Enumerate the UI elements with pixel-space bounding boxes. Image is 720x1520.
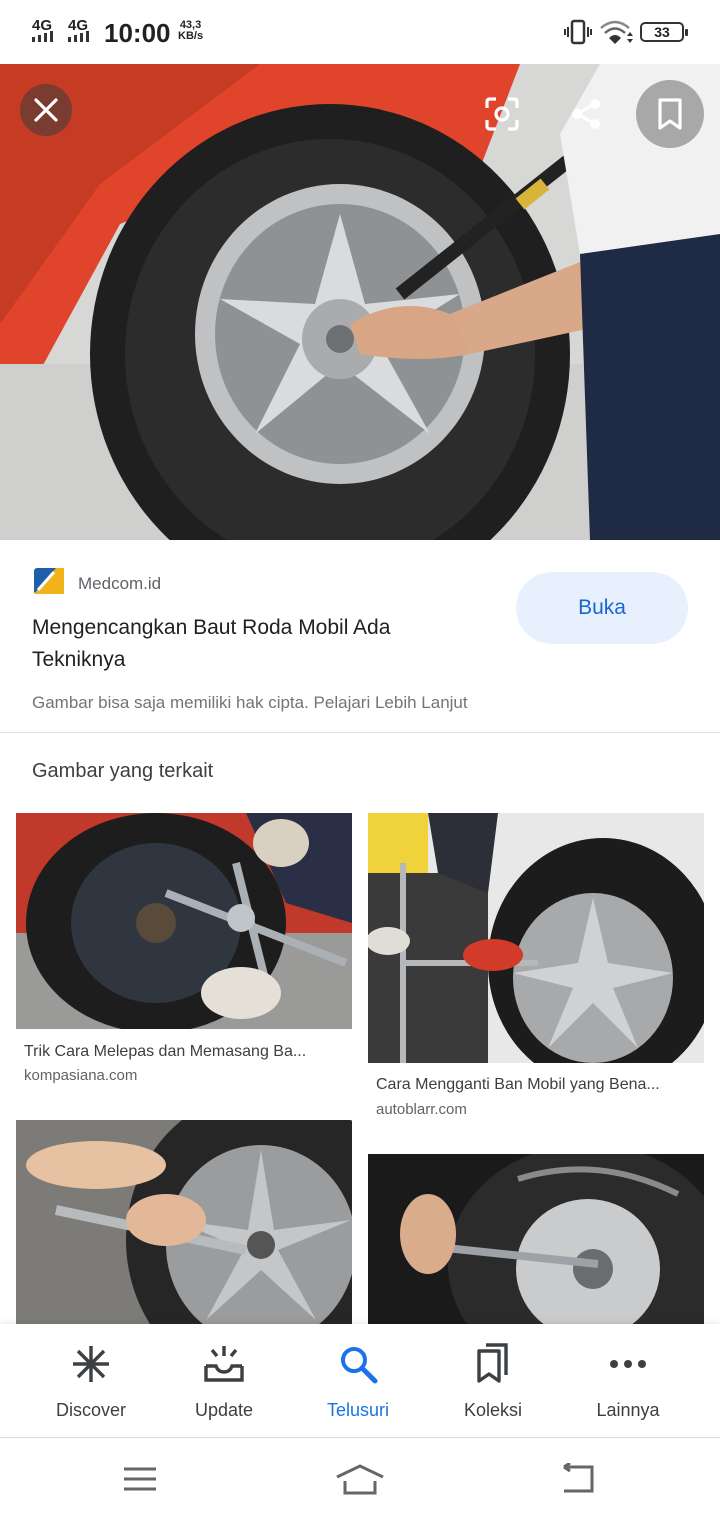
related-image <box>368 813 704 1063</box>
related-domain: autoblarr.com <box>376 1101 467 1118</box>
nav-telusuri[interactable]: Telusuri <box>291 1324 425 1438</box>
back-button[interactable] <box>548 1457 608 1501</box>
related-caption: Trik Cara Melepas dan Memasang Ba... <box>24 1043 307 1060</box>
back-icon <box>563 1463 594 1493</box>
source-favicon-icon <box>34 568 64 594</box>
divider <box>0 732 720 733</box>
lens-button[interactable] <box>476 88 528 140</box>
result-info: Medcom.id Mengencangkan Baut Roda Mobil … <box>0 540 720 732</box>
nav-lainnya[interactable]: Lainnya <box>561 1324 695 1438</box>
share-button[interactable] <box>560 88 612 140</box>
battery-indicator: 33 <box>640 22 688 42</box>
save-button[interactable] <box>636 80 704 148</box>
search-icon <box>333 1342 383 1386</box>
related-heading: Gambar yang terkait <box>32 760 214 782</box>
related-card[interactable]: Cara Mengganti Ban Mobil yang Bena... au… <box>368 813 704 1123</box>
vibrate-icon <box>564 18 592 51</box>
nav-label-telusuri: Telusuri <box>326 1400 390 1420</box>
source-name[interactable]: Medcom.id <box>78 574 161 594</box>
clock: 10:00 <box>104 18 171 48</box>
close-icon <box>34 98 58 122</box>
nav-label-update: Update <box>194 1400 254 1420</box>
recents-button[interactable] <box>110 1457 170 1501</box>
related-image <box>368 1154 704 1324</box>
nav-label-discover: Discover <box>55 1400 126 1420</box>
related-card[interactable]: Trik Cara Melepas dan Memasang Ba... kom… <box>16 813 352 1093</box>
copyright-notice[interactable]: Gambar bisa saja memiliki hak cipta. Pel… <box>32 693 468 713</box>
asterisk-icon <box>66 1342 116 1386</box>
inbox-icon <box>199 1342 249 1386</box>
menu-icon <box>124 1467 156 1491</box>
nav-label-lainnya: Lainnya <box>596 1400 660 1420</box>
nav-koleksi[interactable]: Koleksi <box>426 1324 560 1438</box>
status-bar: 4G 4G 10:00 43,3 KB/s 33 <box>0 0 720 64</box>
open-button[interactable]: Buka <box>516 572 688 644</box>
network-speed-unit: KB/s <box>178 30 204 42</box>
bottom-navigation: Discover Update Telusuri Koleksi Lainnya <box>0 1324 720 1438</box>
home-button[interactable] <box>330 1457 390 1501</box>
more-icon <box>603 1342 653 1386</box>
nav-discover[interactable]: Discover <box>24 1324 158 1438</box>
wifi-icon <box>598 18 634 51</box>
signal-icon-2 <box>68 31 89 42</box>
share-icon <box>572 99 600 129</box>
signal-icon-1 <box>32 31 53 42</box>
system-navigation <box>0 1439 720 1520</box>
related-card[interactable] <box>16 1120 352 1324</box>
network-speed: 43,3 KB/s <box>178 20 203 42</box>
related-caption: Cara Mengganti Ban Mobil yang Bena... <box>376 1076 660 1093</box>
home-icon <box>336 1464 384 1495</box>
main-image[interactable] <box>0 64 720 540</box>
nav-label-koleksi: Koleksi <box>463 1400 523 1420</box>
lens-icon <box>485 97 519 131</box>
result-title[interactable]: Mengencangkan Baut Roda Mobil Ada Teknik… <box>32 612 472 676</box>
related-domain: kompasiana.com <box>24 1067 138 1084</box>
collections-icon <box>468 1342 518 1386</box>
nav-update[interactable]: Update <box>157 1324 291 1438</box>
related-image <box>16 1120 352 1324</box>
close-button[interactable] <box>20 84 72 136</box>
related-image <box>16 813 352 1029</box>
related-card[interactable] <box>368 1154 704 1324</box>
bookmark-icon <box>658 98 682 130</box>
